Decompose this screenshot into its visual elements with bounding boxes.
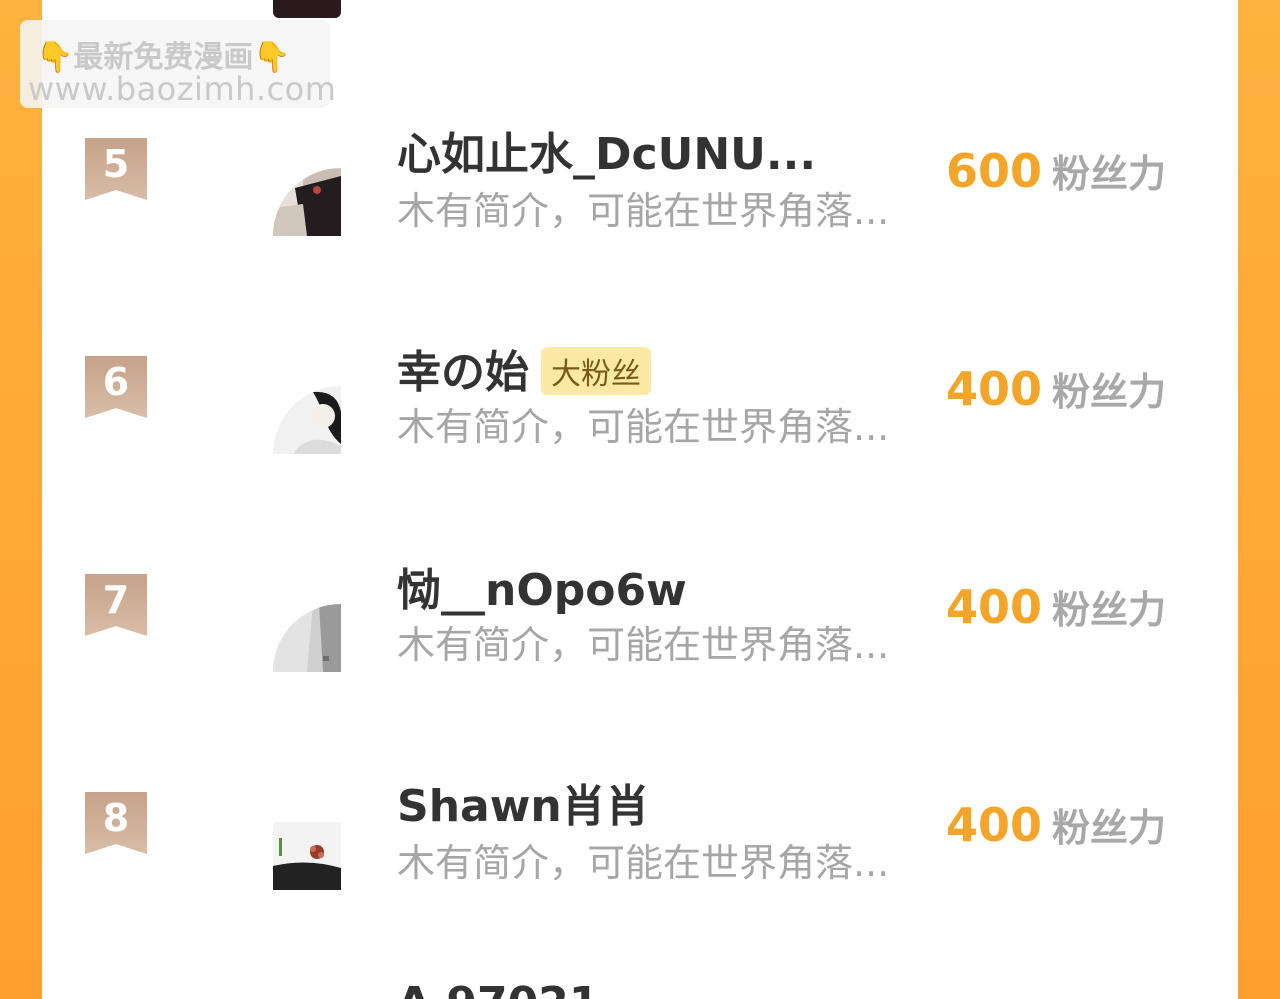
user-bio: 木有简介，可能在世界角落...	[397, 623, 890, 667]
fan-power: 400 粉丝力	[946, 797, 1166, 852]
list-item[interactable]: 7 恸__nOpo6w 木有简介，可能在世界角落... 400 粉丝力	[42, 565, 1238, 792]
list-item[interactable]: 8 Shawn肖肖 木有简介，可能在世界角落... 400 粉丝力	[42, 781, 1238, 999]
avatar[interactable]	[273, 386, 341, 454]
user-name[interactable]: 恸__nOpo6w	[397, 554, 687, 618]
user-bio: 木有简介，可能在世界角落...	[397, 189, 890, 233]
fan-power: 400 粉丝力	[946, 579, 1166, 634]
user-bio: 木有简介，可能在世界角落...	[397, 405, 890, 449]
fan-power-unit: 粉丝力	[1052, 806, 1167, 850]
user-name[interactable]: Shawn肖肖	[397, 770, 650, 834]
fan-power-value: 400	[946, 580, 1043, 634]
list-item[interactable]: 5 心如止水_DcUNU... 木有简介，可能在世界角落... 600 粉丝力	[42, 129, 1238, 356]
fan-power: 600 粉丝力	[946, 143, 1166, 198]
watermark-url: www.baozimh.com	[28, 70, 337, 108]
rank-badge: 6	[85, 356, 147, 418]
watermark: 👇最新免费漫画👇 www.baozimh.com	[20, 20, 336, 108]
fan-ranking-card: 5 心如止水_DcUNU... 木有简介，可能在世界角落... 600 粉丝力 6	[42, 0, 1238, 999]
avatar-partial-top[interactable]	[273, 0, 341, 18]
rank-badge: 8	[85, 792, 147, 854]
fan-power-unit: 粉丝力	[1052, 588, 1167, 632]
big-fan-badge: 大粉丝	[541, 347, 651, 395]
avatar[interactable]	[273, 822, 341, 890]
user-bio: 木有简介，可能在世界角落...	[397, 841, 890, 885]
fan-power: 400 粉丝力	[946, 361, 1166, 416]
fan-power-unit: 粉丝力	[1052, 152, 1167, 196]
avatar[interactable]	[273, 604, 341, 672]
rank-badge: 7	[85, 574, 147, 636]
list-item[interactable]: 6 幸の始 大粉丝 木有简介，可能在世界角落... 400 粉丝力	[42, 347, 1238, 574]
fan-power-value: 400	[946, 362, 1043, 416]
fan-power-value: 400	[946, 798, 1043, 852]
user-name[interactable]: 心如止水_DcUNU...	[397, 118, 816, 182]
rank-badge: 5	[85, 138, 147, 200]
user-name-partial[interactable]: A 97021	[397, 978, 599, 999]
avatar[interactable]	[273, 168, 341, 236]
fan-power-value: 600	[946, 144, 1043, 198]
user-name[interactable]: 幸の始 大粉丝	[397, 336, 651, 400]
fan-power-unit: 粉丝力	[1052, 370, 1167, 414]
